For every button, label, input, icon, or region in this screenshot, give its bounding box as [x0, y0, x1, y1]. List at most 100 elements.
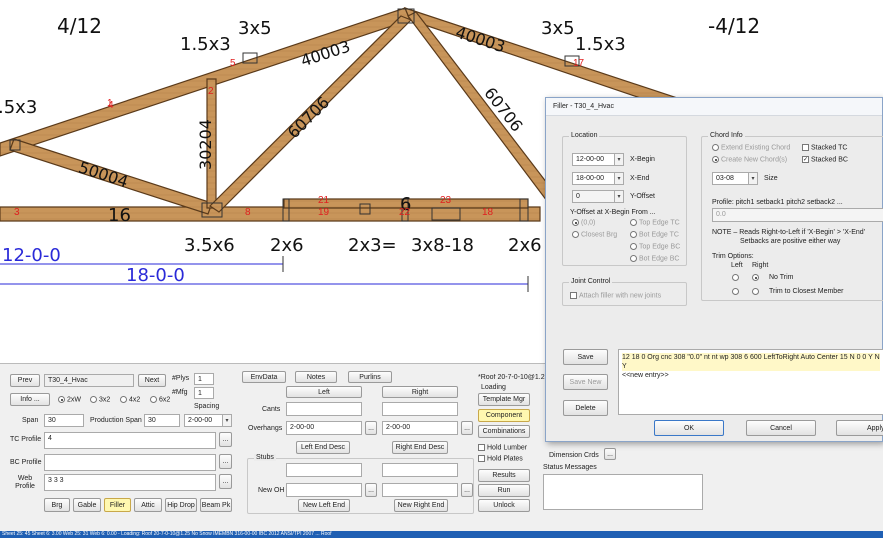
- overhang-left-more-button[interactable]: ...: [365, 421, 377, 435]
- unlock-button[interactable]: Unlock: [478, 499, 530, 512]
- yoffset-bot-edge-bc-radio[interactable]: Bot Edge BC: [630, 255, 679, 262]
- envdata-button[interactable]: EnvData: [242, 371, 286, 383]
- right-button[interactable]: Right: [382, 386, 458, 398]
- ok-button[interactable]: OK: [654, 420, 724, 436]
- yoffset-bot-edge-tc-radio[interactable]: Bot Edge TC: [630, 231, 679, 238]
- stacked-bc-checkbox[interactable]: ✓ Stacked BC: [802, 156, 848, 163]
- left-end-desc-button[interactable]: Left End Desc: [296, 441, 350, 454]
- list-item-new[interactable]: <<new entry>>: [622, 371, 880, 380]
- overhang-left-input[interactable]: 2-00-00: [286, 421, 362, 435]
- template-mgr-button[interactable]: Template Mgr: [478, 393, 530, 406]
- right-end-desc-button[interactable]: Right End Desc: [392, 441, 448, 454]
- span-label: Span: [22, 417, 39, 424]
- x-begin-select[interactable]: 12-00-00 ▾: [572, 153, 624, 166]
- hip-drop-button[interactable]: Hip Drop: [165, 498, 197, 512]
- yoffset-closest-brg-radio[interactable]: Closest Brg: [572, 231, 617, 238]
- new-oh-left-input[interactable]: [286, 483, 362, 497]
- trim-closest-row[interactable]: Trim to Closest Member: [732, 288, 843, 295]
- cancel-button[interactable]: Cancel: [746, 420, 816, 436]
- filler-button[interactable]: Filler: [104, 498, 131, 512]
- create-new-chord-radio[interactable]: Create New Chord(s): [712, 156, 787, 163]
- plate-label-tc-top-left: 3x5: [238, 18, 272, 39]
- lumber-option-4x2[interactable]: 4x2: [120, 396, 140, 403]
- no-trim-row[interactable]: No Trim: [732, 274, 794, 281]
- prev-button[interactable]: Prev: [10, 374, 40, 387]
- filler-entry-list[interactable]: 12 18 0 Org cnc 308 "0.0" nt nt wp 308 6…: [618, 349, 883, 415]
- lumber-option-6x2[interactable]: 6x2: [150, 396, 170, 403]
- member-id: 17: [573, 58, 585, 69]
- filler-dialog-title[interactable]: Filler - T30_4_Hvac: [546, 98, 882, 116]
- tc-profile-more-button[interactable]: ...: [219, 432, 232, 447]
- run-button[interactable]: Run: [478, 484, 530, 497]
- left-button[interactable]: Left: [286, 386, 362, 398]
- beam-pk-button[interactable]: Beam Pk: [200, 498, 232, 512]
- save-button[interactable]: Save: [563, 349, 608, 365]
- y-offset-select[interactable]: 0 ▾: [572, 190, 624, 203]
- hold-plates-checkbox[interactable]: Hold Plates: [478, 455, 523, 462]
- spacing-select[interactable]: 2-00-00 ▾: [184, 414, 232, 427]
- plys-spinner[interactable]: 1: [194, 373, 214, 385]
- lumber-option-3x2[interactable]: 3x2: [90, 396, 110, 403]
- bc-profile-input[interactable]: [44, 454, 216, 471]
- stacked-tc-checkbox[interactable]: Stacked TC: [802, 144, 847, 151]
- mfg-spinner[interactable]: 1: [194, 387, 214, 399]
- radio-icon: [630, 231, 637, 238]
- yoffset-origin-radio[interactable]: (0,0): [572, 219, 595, 226]
- new-right-end-button[interactable]: New Right End: [394, 499, 448, 512]
- gable-button[interactable]: Gable: [73, 498, 101, 512]
- component-button[interactable]: Component: [478, 409, 530, 422]
- cants-left-input[interactable]: [286, 402, 362, 416]
- x-end-label: X-End: [630, 175, 650, 182]
- bc-profile-more-button[interactable]: ...: [219, 454, 232, 469]
- joint-control-label: Joint Control: [569, 278, 613, 285]
- yoffset-top-edge-tc-radio[interactable]: Top Edge TC: [630, 219, 680, 226]
- lumber-option-2xw[interactable]: 2xW: [58, 396, 81, 403]
- new-oh-right-input[interactable]: [382, 483, 458, 497]
- new-left-end-button[interactable]: New Left End: [298, 499, 350, 512]
- save-new-button[interactable]: Save New: [563, 374, 608, 390]
- extend-existing-chord-radio[interactable]: Extend Existing Chord: [712, 144, 790, 151]
- cants-right-input[interactable]: [382, 402, 458, 416]
- filler-dialog: Filler - T30_4_Hvac Location 12-00-00 ▾ X…: [545, 97, 883, 442]
- profile-input[interactable]: 0.0: [712, 208, 883, 222]
- tc-profile-input[interactable]: 4: [44, 432, 216, 449]
- dimension-crds-more-button[interactable]: ...: [604, 448, 616, 460]
- list-item[interactable]: 12 18 0 Org cnc 308 "0.0" nt nt wp 308 6…: [622, 353, 880, 371]
- stubs-right-input[interactable]: [382, 463, 458, 477]
- spacing-value: 2-00-00: [188, 417, 213, 424]
- apply-button[interactable]: Apply: [836, 420, 883, 436]
- span-input[interactable]: 30: [44, 414, 84, 427]
- notes-button[interactable]: Notes: [295, 371, 337, 383]
- attic-button[interactable]: Attic: [134, 498, 162, 512]
- loading-label: Loading: [481, 384, 506, 391]
- results-button[interactable]: Results: [478, 469, 530, 482]
- status-messages-box[interactable]: [543, 474, 703, 510]
- trim-right-label: Right: [752, 262, 769, 269]
- status-messages-label: Status Messages: [543, 464, 597, 471]
- y-offset-value: 0: [576, 193, 580, 200]
- overhang-right-input[interactable]: 2-00-00: [382, 421, 458, 435]
- member-id: 4: [108, 100, 114, 111]
- combinations-button[interactable]: Combinations: [478, 425, 530, 438]
- next-button[interactable]: Next: [138, 374, 166, 387]
- delete-button[interactable]: Delete: [563, 400, 608, 416]
- yoffset-top-edge-bc-radio[interactable]: Top Edge BC: [630, 243, 680, 250]
- truss-name-field[interactable]: T30_4_Hvac: [44, 374, 134, 387]
- hold-lumber-checkbox[interactable]: Hold Lumber: [478, 444, 527, 451]
- member-id: 21: [318, 195, 330, 206]
- overhang-right-more-button[interactable]: ...: [461, 421, 473, 435]
- info-button[interactable]: Info ...: [10, 393, 50, 406]
- brg-button[interactable]: Brg: [44, 498, 70, 512]
- purlins-button[interactable]: Purlins: [348, 371, 392, 383]
- web-profile-input[interactable]: 3 3 3: [44, 474, 216, 491]
- attach-filler-checkbox[interactable]: Attach filler with new joints: [570, 292, 661, 299]
- stubs-left-input[interactable]: [286, 463, 362, 477]
- web-profile-more-button[interactable]: ...: [219, 474, 232, 489]
- new-oh-right-more-button[interactable]: ...: [461, 483, 473, 497]
- new-oh-left-more-button[interactable]: ...: [365, 483, 377, 497]
- x-end-select[interactable]: 18-00-00 ▾: [572, 172, 624, 185]
- production-span-input[interactable]: 30: [144, 414, 180, 427]
- plate-label-bc-far: 2x6: [508, 235, 542, 256]
- size-select[interactable]: 03-08 ▾: [712, 172, 758, 185]
- roof-loading-text: *Roof 20-7-0-10@1.25: [478, 374, 546, 381]
